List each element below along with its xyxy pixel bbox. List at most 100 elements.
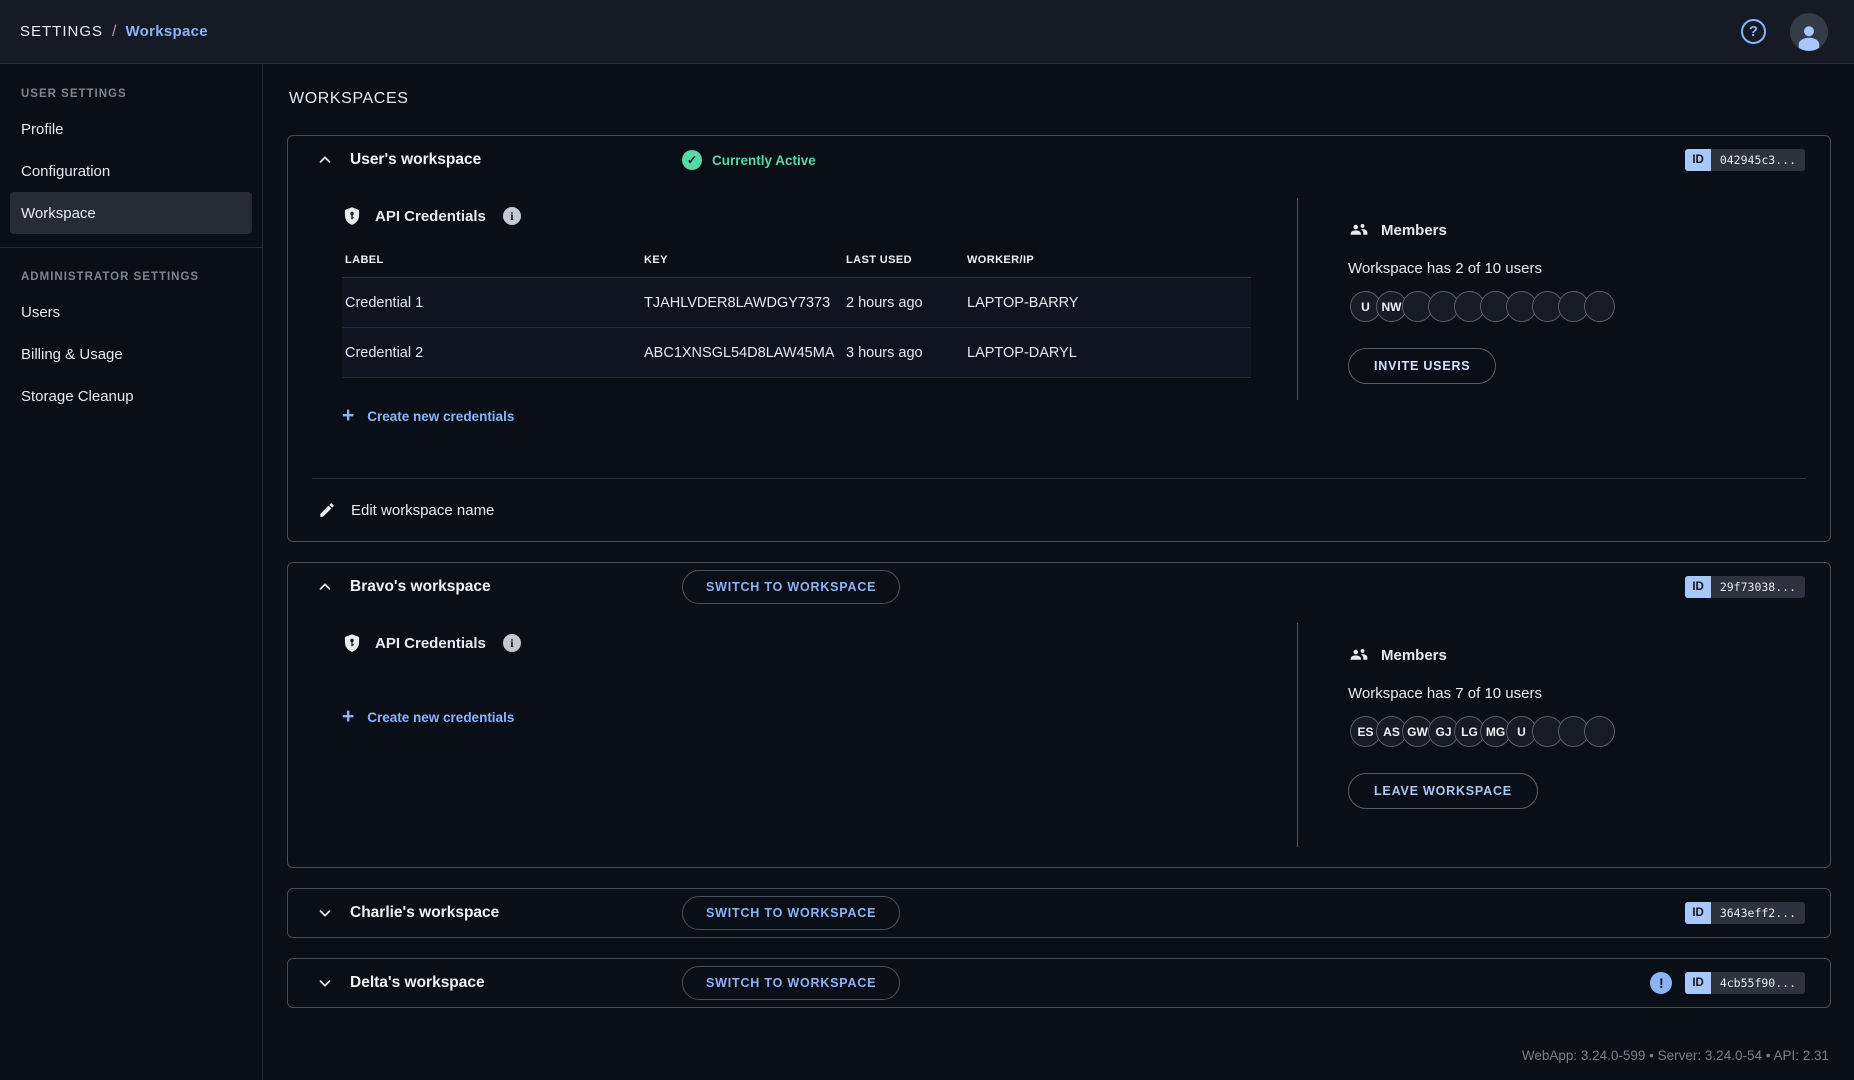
- workspace-card-charlie: Charlie's workspace SWITCH TO WORKSPACE …: [287, 888, 1831, 938]
- members-label: Members: [1381, 222, 1447, 239]
- main-content: WORKSPACES User's workspace ✓ Currently …: [263, 64, 1854, 1080]
- status-label: Currently Active: [712, 153, 816, 168]
- topbar-actions: ?: [1741, 13, 1828, 51]
- credential-key: ABC1XNSGL54D8LAW45MA: [644, 345, 846, 361]
- workspace-name: Bravo's workspace: [350, 578, 491, 596]
- workspace-card-delta: Delta's workspace SWITCH TO WORKSPACE ! …: [287, 958, 1831, 1008]
- check-circle-icon: ✓: [682, 150, 702, 170]
- expand-chevron-icon[interactable]: [314, 972, 336, 994]
- switch-to-workspace-button[interactable]: SWITCH TO WORKSPACE: [682, 966, 900, 1000]
- invite-users-button[interactable]: INVITE USERS: [1348, 348, 1496, 384]
- col-header-label: LABEL: [342, 254, 644, 266]
- pencil-icon: [318, 501, 336, 519]
- workspace-card-header: User's workspace ✓ Currently Active ID 0…: [288, 136, 1830, 184]
- credential-last-used: 3 hours ago: [846, 345, 967, 361]
- help-icon[interactable]: ?: [1741, 19, 1766, 44]
- sidebar-item-profile[interactable]: Profile: [10, 108, 252, 150]
- credential-last-used: 2 hours ago: [846, 295, 967, 311]
- breadcrumb-separator: /: [112, 23, 116, 41]
- members-heading: Members: [1348, 643, 1806, 667]
- info-icon[interactable]: i: [503, 207, 521, 225]
- shield-key-icon: [342, 633, 362, 653]
- api-credentials-heading: API Credentials i: [342, 204, 1273, 228]
- id-value: 29f73038...: [1711, 576, 1805, 598]
- credential-label: Credential 2: [342, 345, 644, 361]
- workspace-card-body: API Credentials i + Create new credentia…: [288, 611, 1830, 867]
- create-credentials-label: Create new credentials: [367, 710, 514, 725]
- col-header-key: KEY: [644, 254, 846, 266]
- workspace-card-body: API Credentials i LABEL KEY LAST USED WO…: [288, 184, 1830, 430]
- members-section: Members Workspace has 2 of 10 users U NW: [1297, 198, 1830, 400]
- table-row: Credential 2 ABC1XNSGL54D8LAW45MA 3 hour…: [342, 328, 1251, 378]
- col-header-worker-ip: WORKER/IP: [967, 254, 1251, 266]
- page-title: WORKSPACES: [289, 90, 1831, 108]
- api-credentials-section: API Credentials i LABEL KEY LAST USED WO…: [288, 184, 1297, 430]
- plus-icon: +: [342, 405, 354, 426]
- status-badge: ✓ Currently Active: [682, 150, 816, 170]
- switch-to-workspace-button[interactable]: SWITCH TO WORKSPACE: [682, 896, 900, 930]
- edit-workspace-name-label: Edit workspace name: [351, 502, 494, 519]
- workspace-id-badge[interactable]: ID 4cb55f90...: [1685, 972, 1805, 994]
- sidebar-item-configuration[interactable]: Configuration: [10, 150, 252, 192]
- members-summary: Workspace has 7 of 10 users: [1348, 685, 1806, 702]
- workspace-name: Charlie's workspace: [350, 904, 499, 922]
- top-bar: SETTINGS / Workspace ?: [0, 0, 1854, 64]
- credential-label: Credential 1: [342, 295, 644, 311]
- collapse-chevron-icon[interactable]: [314, 576, 336, 598]
- plus-icon: +: [342, 706, 354, 727]
- workspace-id-badge[interactable]: ID 042945c3...: [1685, 149, 1805, 171]
- sidebar-heading-admin-settings: ADMINISTRATOR SETTINGS: [0, 261, 262, 291]
- sidebar-item-workspace[interactable]: Workspace: [10, 192, 252, 234]
- info-icon[interactable]: i: [503, 634, 521, 652]
- col-header-last-used: LAST USED: [846, 254, 967, 266]
- workspace-id-badge[interactable]: ID 3643eff2...: [1685, 902, 1805, 924]
- id-tag: ID: [1685, 576, 1711, 598]
- workspace-card-bravo: Bravo's workspace SWITCH TO WORKSPACE ID…: [287, 562, 1831, 868]
- user-avatar-icon[interactable]: [1790, 13, 1828, 51]
- credentials-table-header: LABEL KEY LAST USED WORKER/IP: [342, 254, 1251, 278]
- sidebar-item-storage-cleanup[interactable]: Storage Cleanup: [10, 375, 252, 417]
- members-label: Members: [1381, 647, 1447, 664]
- expand-chevron-icon[interactable]: [314, 902, 336, 924]
- credentials-table: LABEL KEY LAST USED WORKER/IP Credential…: [342, 254, 1251, 378]
- id-tag: ID: [1685, 972, 1711, 994]
- api-credentials-label: API Credentials: [375, 208, 486, 225]
- breadcrumb-workspace: Workspace: [125, 23, 207, 40]
- api-credentials-heading: API Credentials i: [342, 631, 1273, 655]
- workspace-card-header: Delta's workspace SWITCH TO WORKSPACE ! …: [288, 959, 1830, 1007]
- collapse-chevron-icon[interactable]: [314, 149, 336, 171]
- breadcrumb-settings[interactable]: SETTINGS: [20, 23, 103, 40]
- members-section: Members Workspace has 7 of 10 users ES A…: [1297, 623, 1830, 847]
- workspace-id-badge[interactable]: ID 29f73038...: [1685, 576, 1805, 598]
- member-avatar-empty: [1584, 291, 1615, 322]
- sidebar-item-users[interactable]: Users: [10, 291, 252, 333]
- member-avatar-row: U NW: [1348, 291, 1806, 322]
- id-tag: ID: [1685, 902, 1711, 924]
- sidebar-item-billing[interactable]: Billing & Usage: [10, 333, 252, 375]
- create-credentials-link[interactable]: + Create new credentials: [342, 402, 1273, 430]
- create-credentials-link[interactable]: + Create new credentials: [342, 703, 1273, 731]
- group-icon: [1348, 219, 1370, 241]
- workspace-name: User's workspace: [350, 151, 481, 169]
- warning-icon[interactable]: !: [1650, 972, 1672, 994]
- group-icon: [1348, 644, 1370, 666]
- credential-worker: LAPTOP-BARRY: [967, 295, 1251, 311]
- version-info: WebApp: 3.24.0-599 • Server: 3.24.0-54 •…: [287, 1048, 1831, 1063]
- leave-workspace-button[interactable]: LEAVE WORKSPACE: [1348, 773, 1538, 809]
- members-summary: Workspace has 2 of 10 users: [1348, 260, 1806, 277]
- table-row: Credential 1 TJAHLVDER8LAWDGY7373 2 hour…: [342, 278, 1251, 328]
- sidebar: USER SETTINGS Profile Configuration Work…: [0, 64, 263, 1080]
- sidebar-divider: [0, 247, 262, 248]
- member-avatar-empty: [1584, 716, 1615, 747]
- credential-worker: LAPTOP-DARYL: [967, 345, 1251, 361]
- api-credentials-section: API Credentials i + Create new credentia…: [288, 611, 1297, 867]
- id-value: 042945c3...: [1711, 149, 1805, 171]
- switch-to-workspace-button[interactable]: SWITCH TO WORKSPACE: [682, 570, 900, 604]
- workspace-name: Delta's workspace: [350, 974, 485, 992]
- id-tag: ID: [1685, 149, 1711, 171]
- shield-key-icon: [342, 206, 362, 226]
- sidebar-heading-user-settings: USER SETTINGS: [0, 78, 262, 108]
- breadcrumb: SETTINGS / Workspace: [20, 23, 208, 41]
- credential-key: TJAHLVDER8LAWDGY7373: [644, 295, 846, 311]
- edit-workspace-name-button[interactable]: Edit workspace name: [288, 479, 1830, 541]
